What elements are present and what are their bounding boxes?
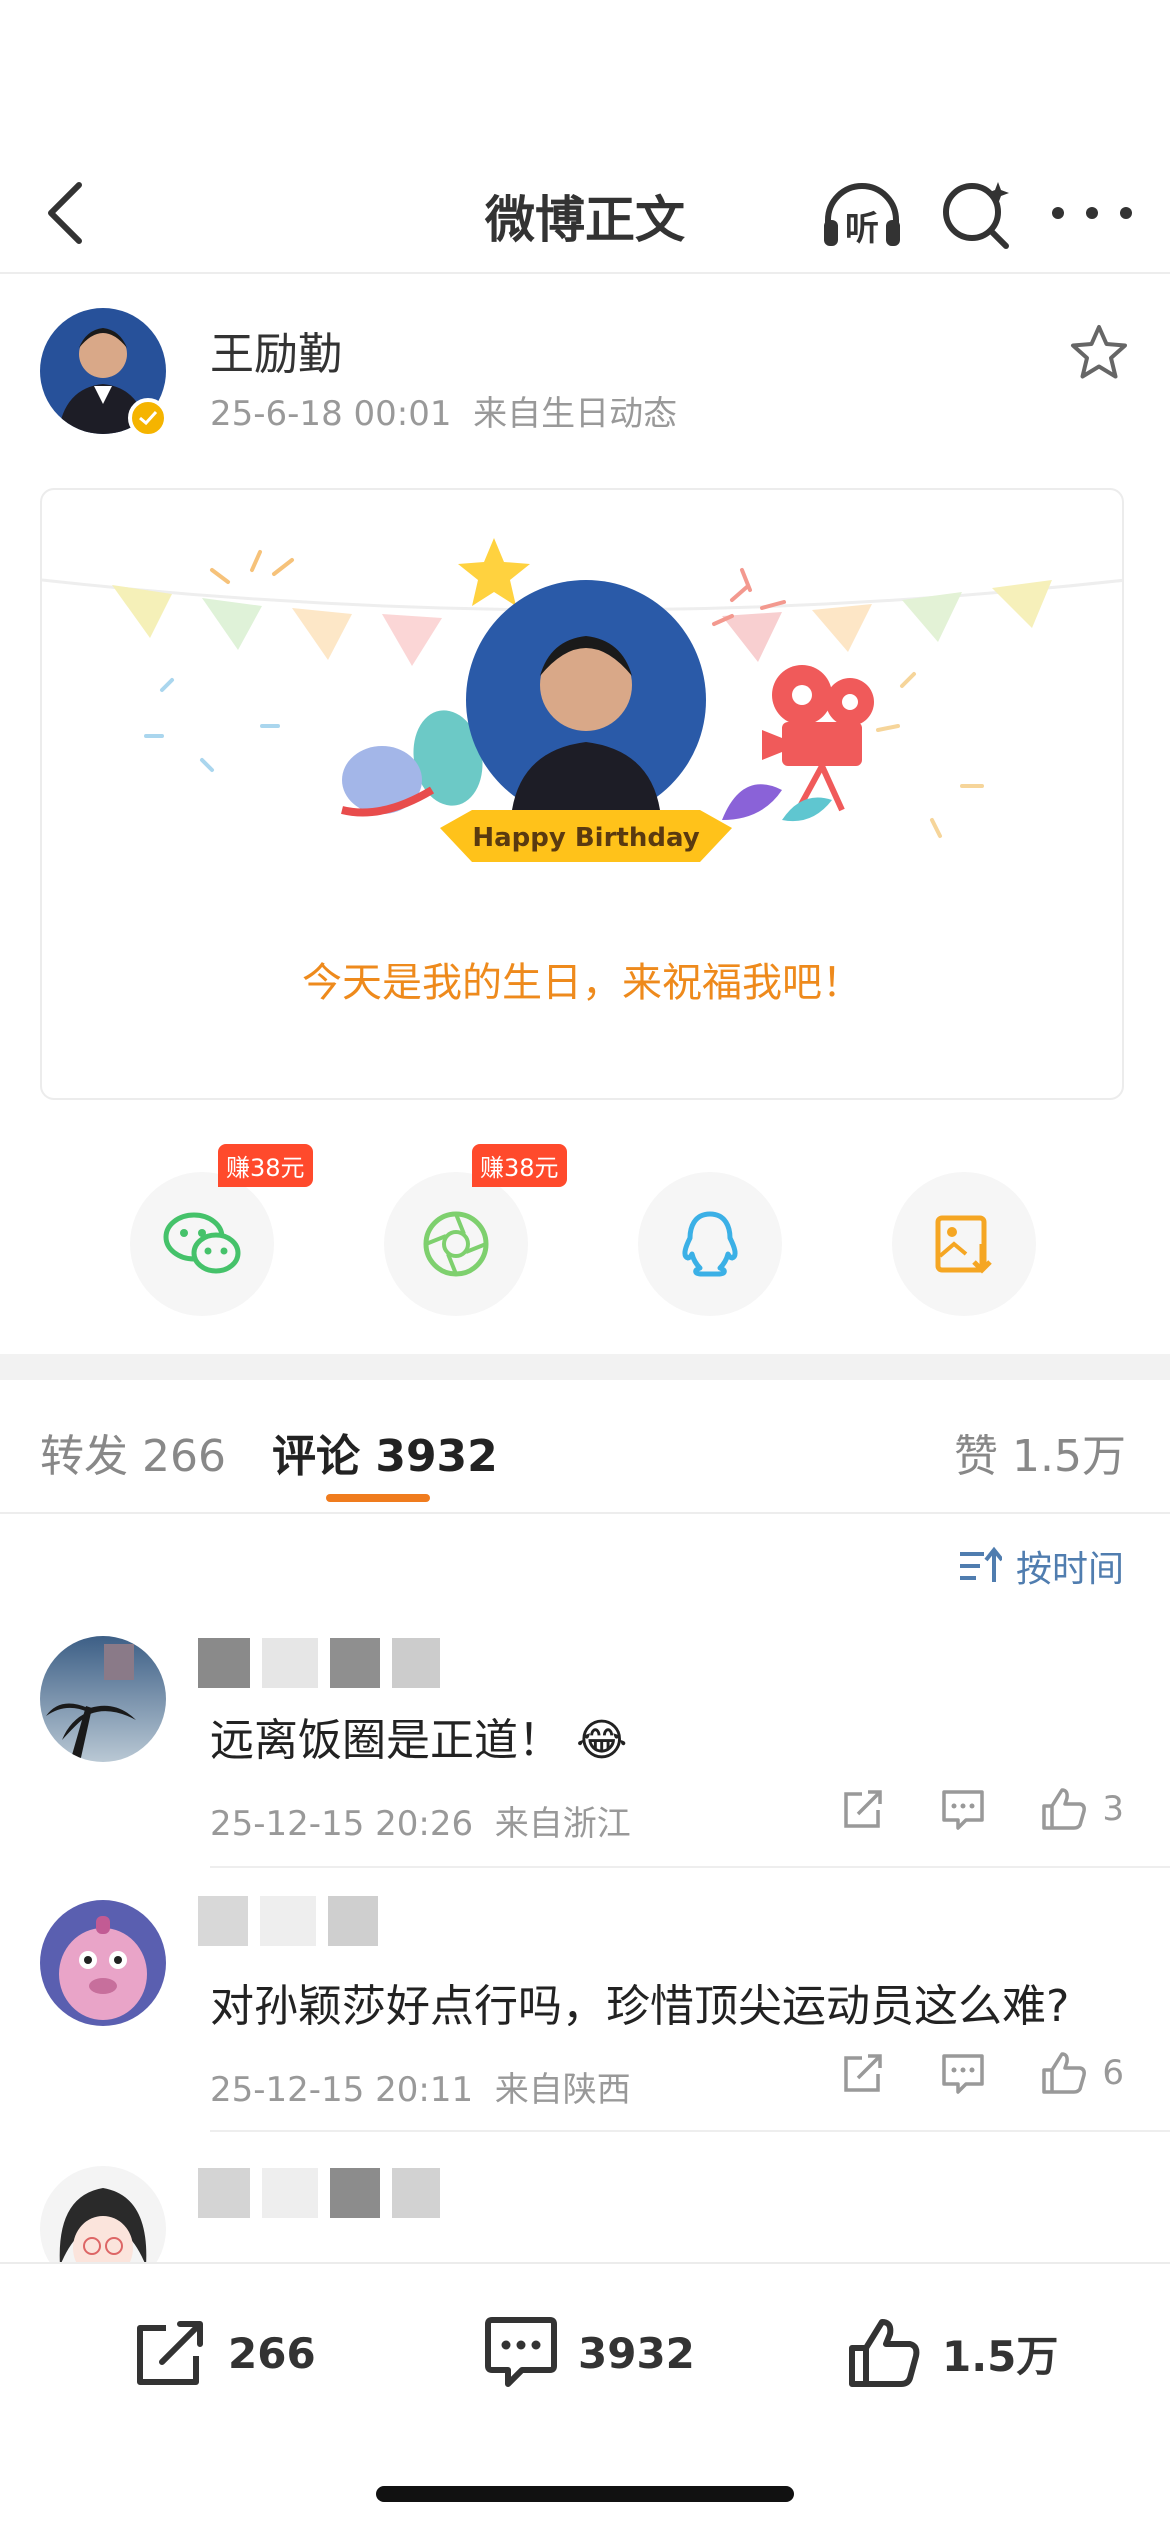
thumbs-up-icon: [849, 2319, 920, 2387]
commenter-name-redacted: [198, 2168, 440, 2218]
comment-time: 25-12-15 20:26: [210, 1804, 474, 1844]
comment-actions: 6: [840, 2050, 1124, 2096]
earn-tag: 赚38元: [218, 1144, 313, 1187]
tab-forward[interactable]: 转发 266: [40, 1420, 226, 1484]
checkmark-icon: [139, 410, 158, 426]
commenter-avatar[interactable]: [40, 1636, 166, 1762]
comment-time: 25-12-15 20:11: [210, 2070, 474, 2110]
nav-divider: [0, 272, 1170, 274]
section-gap: [0, 1354, 1170, 1380]
birthday-illustration: Happy Birthday: [42, 538, 1122, 862]
repost-icon[interactable]: [840, 1786, 886, 1832]
tab-comment-label: 评论: [272, 1431, 360, 1482]
commenter-avatar[interactable]: [40, 1900, 166, 2026]
bottom-comment-button[interactable]: 3932: [482, 2316, 695, 2390]
tab-like[interactable]: 赞 1.5万: [954, 1420, 1126, 1484]
nav-bar: 微博正文 听: [0, 160, 1170, 270]
qq-icon: [682, 1211, 738, 1277]
comment-meta: 25-12-15 20:11 来自陕西: [210, 2062, 631, 2111]
comment-like-button[interactable]: 3: [1040, 1786, 1124, 1832]
save-image-button[interactable]: [892, 1172, 1036, 1316]
comment-meta: 25-12-15 20:26 来自浙江: [210, 1796, 631, 1845]
sort-button[interactable]: 按时间: [958, 1540, 1124, 1592]
more-button[interactable]: [1052, 188, 1132, 238]
thumbs-up-icon: [1042, 2052, 1087, 2094]
comment-like-count: 6: [1102, 2053, 1124, 2093]
save-image-icon: [935, 1215, 992, 1274]
commenter-name-redacted: [198, 1896, 378, 1946]
repost-icon[interactable]: [840, 2050, 886, 2096]
share-moments-button[interactable]: 赚38元: [384, 1144, 567, 1316]
verified-badge: [128, 398, 168, 438]
home-indicator[interactable]: [376, 2486, 794, 2502]
share-wechat-button[interactable]: 赚38元: [130, 1144, 313, 1316]
interaction-tabs: 转发 266 评论 3932 赞 1.5万: [0, 1380, 1170, 1512]
dot-icon: [1120, 207, 1132, 219]
tab-comment-count: 3932: [375, 1431, 498, 1482]
listen-button[interactable]: 听: [820, 180, 904, 250]
dot-icon: [1086, 207, 1098, 219]
reply-icon[interactable]: [940, 1786, 986, 1832]
moments-icon: [423, 1211, 489, 1277]
banner-text: Happy Birthday: [472, 823, 699, 853]
active-tab-indicator: [326, 1494, 430, 1502]
bottom-action-bar: 266 3932 1.5万: [0, 2262, 1170, 2532]
post-source: 来自生日动态: [473, 394, 678, 434]
birthday-card[interactable]: Happy Birthday 今天是我的生日，来祝福我吧！: [40, 488, 1124, 1100]
comment-location: 来自陕西: [494, 2070, 631, 2110]
tab-like-count: 1.5万: [1012, 1431, 1126, 1482]
comment-like-count: 3: [1102, 1789, 1124, 1829]
bottom-comment-count: 3932: [578, 2328, 695, 2378]
sort-icon: [959, 1546, 1002, 1582]
star-icon: [1071, 325, 1127, 379]
comment-icon: [485, 2317, 557, 2387]
search-button[interactable]: [940, 178, 1016, 254]
palm-tree-photo-icon: [40, 1636, 166, 1762]
post-meta: 25-6-18 00:01 来自生日动态: [210, 386, 677, 435]
commenter-name-redacted: [198, 1638, 440, 1688]
tab-comment[interactable]: 评论 3932: [272, 1420, 498, 1484]
bottom-repost-button[interactable]: 266: [132, 2316, 316, 2390]
comment-actions: 3: [840, 1786, 1124, 1832]
tab-forward-count: 266: [142, 1431, 226, 1482]
post-time: 25-6-18 00:01: [210, 394, 452, 434]
search-icon: [943, 182, 1009, 249]
tab-like-label: 赞: [954, 1431, 999, 1482]
comment-body: 远离饭圈是正道！: [210, 1715, 562, 1766]
author-name[interactable]: 王励勤: [210, 318, 342, 382]
laughing-emoji-icon: 😂: [576, 1715, 628, 1766]
thumbs-up-icon: [1042, 1788, 1087, 1830]
favorite-button[interactable]: [1068, 322, 1130, 384]
dot-icon: [1052, 207, 1064, 219]
repost-icon: [137, 2321, 203, 2385]
comment-location: 来自浙江: [494, 1804, 631, 1844]
headphones-icon: 听: [824, 183, 900, 249]
bottom-repost-count: 266: [228, 2328, 316, 2378]
earn-tag: 赚38元: [472, 1144, 567, 1187]
sort-label: 按时间: [1015, 1549, 1124, 1590]
listen-label: 听: [845, 209, 879, 249]
tab-forward-label: 转发: [40, 1431, 128, 1482]
comment-divider: [210, 2130, 1170, 2132]
bottom-like-count: 1.5万: [942, 2331, 1059, 2381]
cartoon-avatar-icon: [40, 1900, 166, 2026]
share-row: 赚38元 赚38元: [0, 1144, 1170, 1322]
birthday-message: 今天是我的生日，来祝福我吧！: [302, 960, 862, 1006]
comment-text: 对孙颖莎好点行吗，珍惜顶尖运动员这么难?: [210, 1981, 1070, 2032]
comment-text: 远离饭圈是正道！ 😂: [210, 1704, 627, 1768]
reply-icon[interactable]: [940, 2050, 986, 2096]
bottom-like-button[interactable]: 1.5万: [846, 2316, 1058, 2390]
comment-like-button[interactable]: 6: [1040, 2050, 1124, 2096]
tabs-divider: [0, 1512, 1170, 1514]
comment-divider: [210, 1866, 1170, 1868]
wechat-icon: [163, 1212, 241, 1274]
share-qq-button[interactable]: [638, 1172, 782, 1316]
